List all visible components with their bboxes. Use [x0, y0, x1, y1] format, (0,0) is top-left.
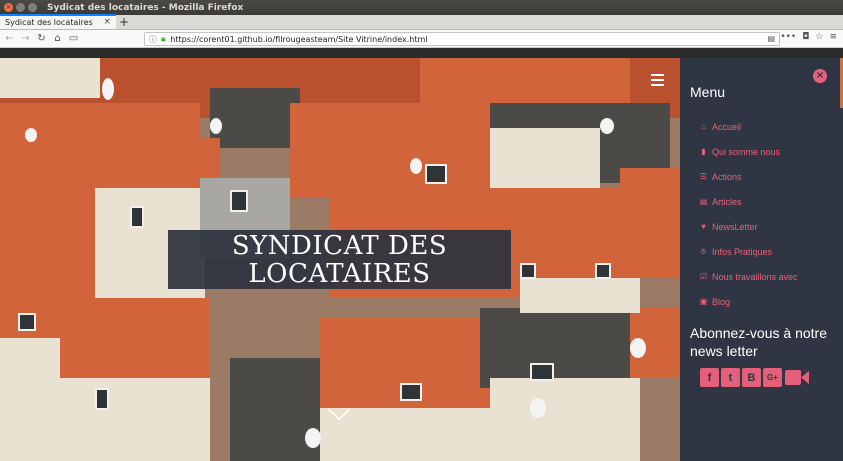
thumbs-up-icon: ✋︎ — [701, 246, 706, 256]
library-icon[interactable]: ▭ — [67, 32, 80, 46]
menu-item-label: Qui somme nous — [712, 146, 781, 157]
menu-list: ⌂ Accueil ▮ Qui somme nous ☰ Actions ▤ A… — [698, 114, 798, 314]
scroll-down-chevron-icon[interactable] — [327, 408, 351, 420]
menu-item-label: Infos Pratiques — [712, 246, 773, 257]
tab-close-icon[interactable]: × — [103, 17, 111, 27]
navigation-bar: ← → ↻ ⌂ ▭ ⓘ 🔒︎ https://corent01.github.i… — [0, 30, 843, 48]
lock-icon[interactable]: 🔒︎ — [161, 34, 165, 44]
newspaper-icon: ▤ — [699, 197, 708, 206]
bookmark-star-icon[interactable]: ☆ — [815, 32, 823, 42]
checkbox-icon: ☑ — [699, 272, 708, 281]
heart-icon: ♥ — [701, 222, 706, 231]
menu-item-label: NewsLetter — [712, 221, 758, 232]
menu-item-infos-pratiques[interactable]: ✋︎ Infos Pratiques — [698, 239, 798, 264]
menu-item-label: Accueil — [712, 121, 742, 132]
info-icon[interactable]: ⓘ — [149, 34, 157, 45]
bookmark-icon: ▮ — [701, 147, 706, 156]
menu-item-accueil[interactable]: ⌂ Accueil — [698, 114, 798, 139]
reader-view-icon[interactable]: ▤ — [767, 34, 775, 43]
window-close-button[interactable]: × — [4, 3, 13, 12]
forward-icon[interactable]: → — [19, 32, 32, 46]
hamburger-menu-icon[interactable] — [651, 74, 664, 86]
facebook-icon[interactable]: f — [700, 368, 719, 387]
menu-heading: Menu — [690, 84, 726, 100]
google-plus-icon[interactable]: G+ — [763, 368, 782, 387]
menu-item-label: Blog — [712, 296, 731, 307]
url-bar[interactable]: ⓘ 🔒︎ https://corent01.github.io/filrouge… — [144, 32, 780, 46]
tab-label: Sydicat des locataires — [5, 18, 93, 27]
hero-title-line2: LOCATAIRES — [248, 258, 431, 289]
social-links: f t B G+ — [700, 368, 810, 387]
browser-tab[interactable]: Sydicat des locataires × — [0, 14, 116, 29]
url-text[interactable]: https://corent01.github.io/filrougeastea… — [170, 35, 427, 44]
menu-item-label: Actions — [712, 171, 742, 182]
hero-title-line1: SYNDICAT DES — [231, 230, 448, 261]
page-actions-icon[interactable]: ••• — [780, 32, 796, 42]
window-title: Sydicat des locataires - Mozilla Firefox — [47, 2, 244, 13]
page-viewport: SYNDICAT DES LOCATAIRES × Menu ⌂ Accueil… — [0, 58, 843, 461]
window-minimize-button[interactable] — [16, 3, 25, 12]
window-titlebar: × Sydicat des locataires - Mozilla Firef… — [0, 0, 843, 15]
menu-item-blog[interactable]: ▣ Blog — [698, 289, 798, 314]
tab-strip: Sydicat des locataires × + — [0, 14, 843, 30]
home-icon[interactable]: ⌂ — [51, 32, 64, 46]
new-tab-button[interactable]: + — [116, 14, 132, 29]
menu-item-nous-travaillons-avec[interactable]: ☑ Nous travaillons avec — [698, 264, 798, 289]
reload-icon[interactable]: ↻ — [35, 32, 48, 46]
newsletter-heading: Abonnez-vous à notre news letter — [690, 325, 827, 359]
hero-title-box: SYNDICAT DES LOCATAIRES — [168, 230, 511, 289]
pocket-icon[interactable]: ◘ — [802, 32, 809, 42]
home-icon: ⌂ — [701, 122, 706, 131]
window-maximize-button[interactable] — [28, 3, 37, 12]
menu-item-articles[interactable]: ▤ Articles — [698, 189, 798, 214]
menu-item-qui-somme-nous[interactable]: ▮ Qui somme nous — [698, 139, 798, 164]
menu-icon[interactable]: ≡ — [829, 32, 837, 42]
list-icon: ☰ — [699, 172, 708, 181]
menu-item-actions[interactable]: ☰ Actions — [698, 164, 798, 189]
sidebar-menu: × Menu ⌂ Accueil ▮ Qui somme nous ☰ Acti… — [680, 58, 843, 461]
blogger-icon: ▣ — [699, 297, 708, 306]
back-icon[interactable]: ← — [3, 32, 16, 46]
video-icon[interactable] — [784, 368, 810, 387]
blogger-icon[interactable]: B — [742, 368, 761, 387]
menu-item-label: Articles — [712, 196, 742, 207]
twitter-icon[interactable]: t — [721, 368, 740, 387]
menu-item-newsletter[interactable]: ♥ NewsLetter — [698, 214, 798, 239]
menu-item-label: Nous travaillons avec — [712, 271, 798, 282]
close-sidebar-icon[interactable]: × — [813, 69, 827, 83]
